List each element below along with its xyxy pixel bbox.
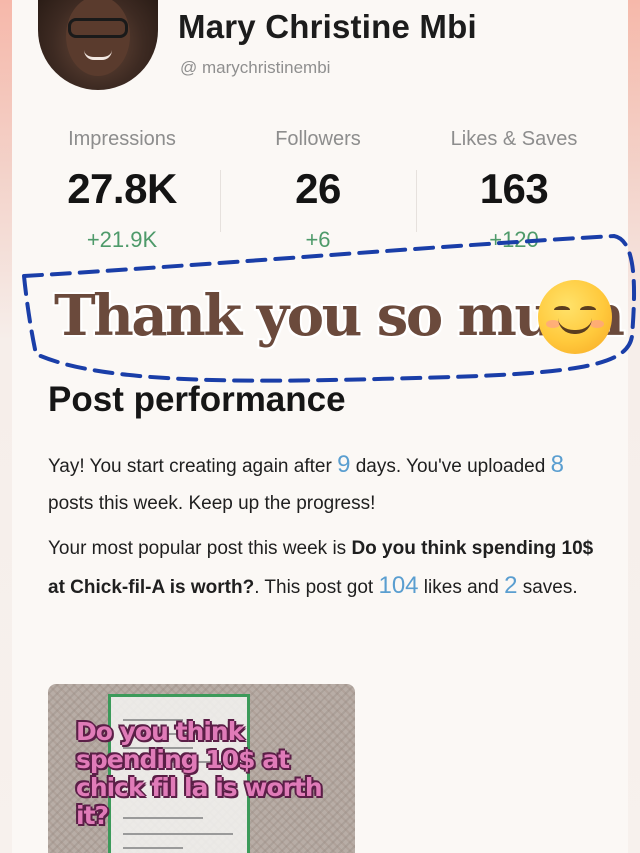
summary-text: likes and bbox=[418, 577, 505, 598]
summary-text: saves. bbox=[517, 577, 578, 598]
profile-handle: @ marychristinembi bbox=[180, 58, 331, 77]
section-title: Post performance bbox=[48, 380, 346, 419]
stat-label: Likes & Saves bbox=[450, 128, 578, 150]
emoji-eye bbox=[554, 306, 570, 314]
performance-summary: Yay! You start creating again after 9 da… bbox=[48, 446, 608, 522]
stat-divider bbox=[416, 170, 417, 232]
stat-label: Followers bbox=[275, 128, 361, 150]
right-background-edge bbox=[628, 0, 640, 853]
popular-post-summary: Your most popular post this week is Do y… bbox=[48, 530, 608, 606]
summary-text: days. You've uploaded bbox=[350, 456, 551, 477]
saves-count: 2 bbox=[504, 572, 518, 599]
emoji-blush bbox=[590, 320, 604, 328]
posts-count: 8 bbox=[550, 451, 564, 478]
stat-value: 163 bbox=[479, 165, 549, 212]
smiling-face-icon bbox=[538, 280, 612, 354]
days-count: 9 bbox=[337, 451, 351, 478]
thumbnail-caption: Do you think spending 10$ at chick fil l… bbox=[76, 717, 323, 830]
summary-text: Yay! You start creating again after bbox=[48, 456, 338, 477]
avatar-face bbox=[66, 0, 130, 76]
avatar-glasses bbox=[68, 18, 128, 38]
post-thumbnail[interactable]: Do you think spending 10$ at chick fil l… bbox=[48, 684, 355, 853]
stat-label: Impressions bbox=[68, 128, 176, 150]
summary-text: Your most popular post this week is bbox=[48, 538, 352, 559]
emoji-mouth bbox=[558, 318, 592, 334]
emoji-eye bbox=[580, 306, 596, 314]
stat-value: 27.8K bbox=[67, 165, 177, 212]
summary-text: . This post got bbox=[254, 577, 379, 598]
stat-divider bbox=[220, 170, 221, 232]
stat-value: 26 bbox=[295, 165, 341, 212]
receipt-line bbox=[123, 847, 183, 849]
left-background-edge bbox=[0, 0, 12, 853]
likes-count: 104 bbox=[378, 572, 419, 599]
profile-name: Mary Christine Mbi bbox=[178, 8, 477, 45]
receipt-line bbox=[123, 833, 233, 835]
summary-text: posts this week. Keep up the progress! bbox=[48, 493, 376, 514]
